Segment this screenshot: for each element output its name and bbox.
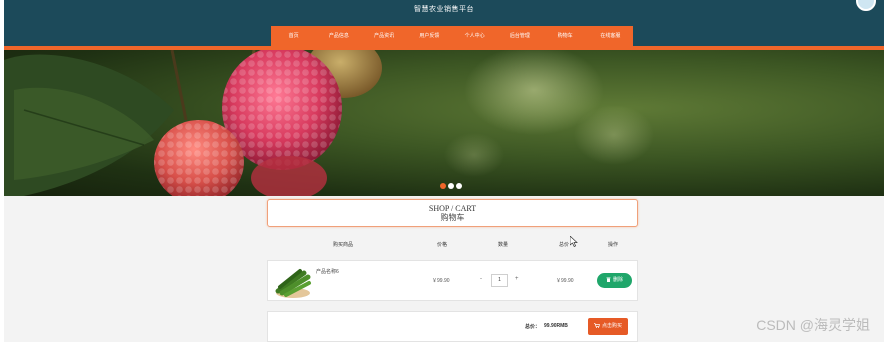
carousel-dot-2[interactable] xyxy=(448,183,454,189)
product-thumbnail[interactable] xyxy=(274,265,312,299)
product-price: ￥99.90 xyxy=(432,278,450,284)
banner-image xyxy=(4,50,654,196)
column-header-total: 总价 xyxy=(559,242,570,248)
watermark: CSDN @海灵学姐 xyxy=(756,317,870,333)
nav-bar: 首页 产品信息 产品资讯 用户反馈 个人中心 后台管理 购物车 在线客服 xyxy=(4,26,884,46)
cart-title-box: SHOP / CART 购物车 xyxy=(267,199,638,227)
quantity-decrease-button[interactable]: - xyxy=(480,276,482,282)
column-header-quantity: 数量 xyxy=(498,242,509,248)
nav-item-news[interactable]: 产品资讯 xyxy=(362,26,407,46)
nav-item-home[interactable]: 首页 xyxy=(271,26,316,46)
column-header-product: 购买商品 xyxy=(333,242,354,248)
cart-total-bar: 总价： 99.90RMB 点击购买 xyxy=(267,311,638,342)
cart-item-row: 产品名称6 ￥99.90 - 1 + ￥99.90 删除 xyxy=(267,260,638,301)
nav-item-support[interactable]: 在线客服 xyxy=(588,26,633,46)
nav-item-admin[interactable]: 后台管理 xyxy=(497,26,542,46)
nav-item-products[interactable]: 产品信息 xyxy=(316,26,361,46)
mouse-cursor-icon xyxy=(570,236,578,247)
cart-icon xyxy=(593,323,600,328)
item-subtotal: ￥99.90 xyxy=(556,278,574,284)
delete-button[interactable]: 删除 xyxy=(597,273,632,288)
hero-banner xyxy=(4,50,884,196)
quantity-input[interactable]: 1 xyxy=(491,274,508,287)
nav-item-cart[interactable]: 购物车 xyxy=(543,26,588,46)
main-nav: 首页 产品信息 产品资讯 用户反馈 个人中心 后台管理 购物车 在线客服 xyxy=(271,26,633,46)
buy-button-label: 点击购买 xyxy=(601,323,622,329)
nav-item-profile[interactable]: 个人中心 xyxy=(452,26,497,46)
delete-button-label: 删除 xyxy=(612,277,623,283)
header: 智慧农业销售平台 xyxy=(4,0,884,26)
buy-button[interactable]: 点击购买 xyxy=(588,318,628,335)
total-value: 99.90RMB xyxy=(544,323,568,329)
site-title: 智慧农业销售平台 xyxy=(414,6,474,13)
cart-table-header: 购买商品 价格 数量 总价 操作 xyxy=(267,232,638,258)
quantity-increase-button[interactable]: + xyxy=(515,276,519,282)
product-name[interactable]: 产品名称6 xyxy=(316,268,339,275)
page: 智慧农业销售平台 首页 产品信息 产品资讯 用户反馈 个人中心 后台管理 购物车… xyxy=(4,0,884,342)
nav-item-feedback[interactable]: 用户反馈 xyxy=(407,26,452,46)
carousel-dot-3[interactable] xyxy=(456,183,462,189)
carousel-dots xyxy=(440,183,462,189)
carousel-dot-1[interactable] xyxy=(440,183,446,189)
cart-title-en: SHOP / CART xyxy=(428,204,477,213)
column-header-action: 操作 xyxy=(608,242,619,248)
cart-title-cn: 购物车 xyxy=(440,213,465,222)
total-label: 总价： xyxy=(525,324,541,330)
trash-icon xyxy=(606,277,611,282)
column-header-price: 价格 xyxy=(437,242,448,248)
